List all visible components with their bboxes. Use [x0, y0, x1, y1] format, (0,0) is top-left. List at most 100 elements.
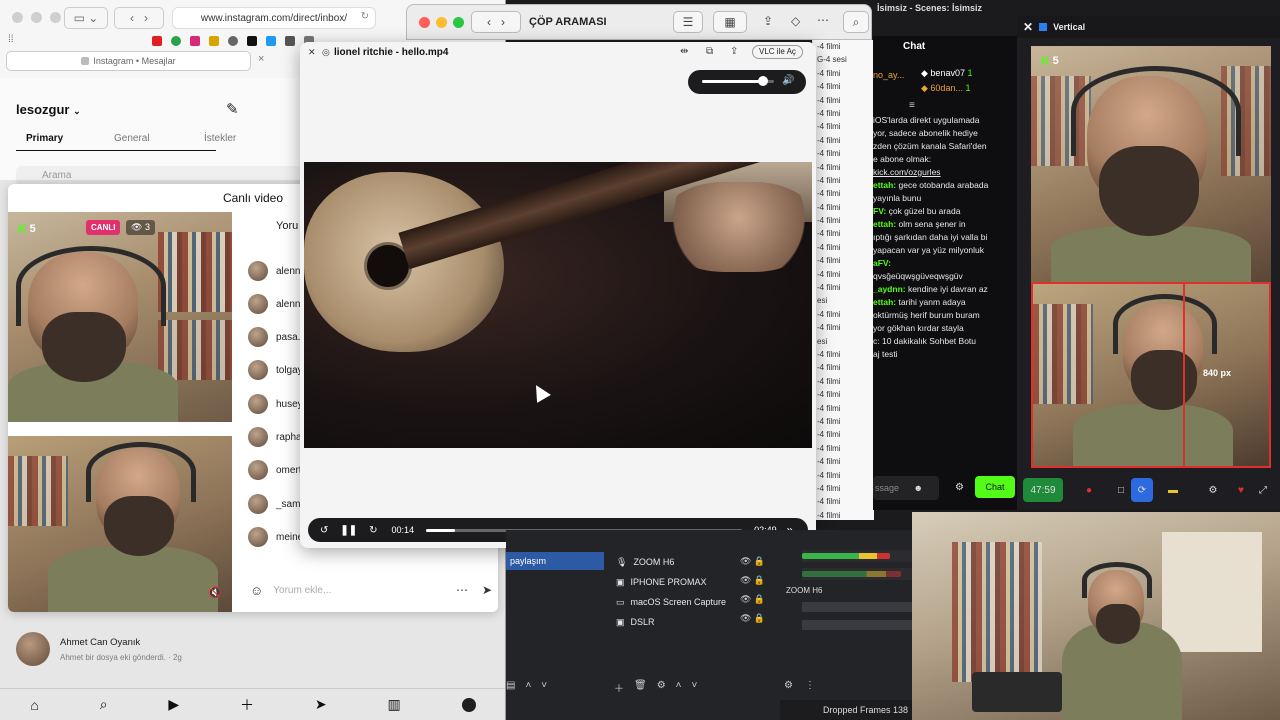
- minimize-dot[interactable]: [31, 12, 42, 23]
- playlist-item[interactable]: -4 filmi: [813, 430, 874, 443]
- safari-tab[interactable]: Instagram • Mesajlar: [6, 51, 251, 71]
- tag-icon[interactable]: ◇: [791, 14, 800, 28]
- playlist-item[interactable]: -4 filmi: [813, 149, 874, 162]
- close-dot[interactable]: [12, 12, 23, 23]
- globe2-fav-icon[interactable]: [285, 36, 295, 46]
- forward-icon[interactable]: ›: [144, 11, 148, 25]
- video-frame[interactable]: [304, 162, 812, 448]
- playlist-item[interactable]: -4 filmi: [813, 511, 874, 520]
- playlist-item[interactable]: esi: [813, 337, 874, 350]
- close-dot[interactable]: [419, 17, 430, 28]
- rewind-icon[interactable]: ↺: [320, 525, 328, 536]
- playlist-item[interactable]: -4 filmi: [813, 256, 874, 269]
- comment-row[interactable]: alenn: [248, 259, 300, 283]
- zoom-dot[interactable]: [453, 17, 464, 28]
- chat-send-button[interactable]: Chat: [975, 476, 1015, 498]
- url-bar[interactable]: www.instagram.com/direct/inbox/ ↻: [172, 7, 376, 29]
- volume-knob[interactable]: [758, 76, 769, 86]
- list-icon[interactable]: ☰: [673, 11, 703, 33]
- instagram-fav-icon[interactable]: [190, 36, 200, 46]
- chat-username[interactable]: _aydnn:: [873, 284, 906, 294]
- search-icon[interactable]: ⌕: [843, 11, 869, 33]
- share-icon[interactable]: ⇪: [763, 14, 773, 28]
- share-icon[interactable]: ⇪: [730, 46, 738, 57]
- playlist-item[interactable]: -4 filmi: [813, 404, 874, 417]
- leader-row[interactable]: ◆ benav07 1: [921, 68, 973, 79]
- vertical-camera-bottom[interactable]: 840 px: [1031, 282, 1271, 468]
- playlist-item[interactable]: -4 filmi: [813, 229, 874, 242]
- volume-control[interactable]: 🔊: [688, 70, 806, 94]
- playlist-item[interactable]: -4 filmi: [813, 323, 874, 336]
- app-fav-icon[interactable]: [209, 36, 219, 46]
- gear-icon[interactable]: ⚙: [657, 680, 666, 695]
- tab-requests[interactable]: İstekler: [204, 133, 236, 144]
- chat-top-user[interactable]: no_ay...: [873, 70, 904, 80]
- pip-icon[interactable]: ◎: [322, 47, 330, 58]
- playlist-item[interactable]: -4 filmi: [813, 270, 874, 283]
- playlist-item[interactable]: -4 filmi: [813, 136, 874, 149]
- pause-icon[interactable]: ❚❚: [340, 525, 357, 536]
- playlist-item[interactable]: esi: [813, 296, 874, 309]
- tab-primary[interactable]: Primary: [26, 133, 63, 144]
- playlist-item[interactable]: G-4 sesi: [813, 55, 874, 68]
- filter-icon[interactable]: ▤: [506, 680, 515, 691]
- chat-username[interactable]: aFV:: [873, 258, 891, 268]
- playlist-item[interactable]: -4 filmi: [813, 310, 874, 323]
- playlist-item[interactable]: -4 filmi: [813, 484, 874, 497]
- gear-icon[interactable]: ⚙: [1203, 478, 1223, 502]
- comment-row[interactable]: _sam: [248, 492, 300, 516]
- comment-row[interactable]: tolgay: [248, 358, 303, 382]
- reload-icon[interactable]: ↻: [361, 11, 369, 22]
- chat-username[interactable]: ettah:: [873, 180, 896, 190]
- emoji-icon[interactable]: ☺: [250, 583, 263, 598]
- open-in-vlc-button[interactable]: VLC ile Aç: [752, 45, 803, 59]
- zoom-dot[interactable]: [50, 12, 61, 23]
- playlist-item[interactable]: -4 filmi: [813, 69, 874, 82]
- eye-icon[interactable]: 👁 🔒: [740, 556, 765, 567]
- playlist-item[interactable]: -4 filmi: [813, 109, 874, 122]
- playlist-item[interactable]: -4 filmi: [813, 122, 874, 135]
- close-icon[interactable]: ✕: [1023, 20, 1033, 34]
- playlist-item[interactable]: -4 filmi: [813, 377, 874, 390]
- chat-username[interactable]: ettah:: [873, 219, 896, 229]
- youtube-fav-icon[interactable]: [152, 36, 162, 46]
- message-input[interactable]: ssage ☻: [873, 476, 939, 500]
- gear-icon[interactable]: ⚙: [955, 482, 964, 493]
- comment-row[interactable]: alenn: [248, 292, 300, 316]
- comment-input[interactable]: ☺ Yorum ekle... ⋯ ➤: [244, 576, 492, 604]
- mute-icon[interactable]: 🔇: [208, 586, 222, 599]
- more-icon[interactable]: ⋯: [456, 583, 468, 597]
- playlist-item[interactable]: -4 filmi: [813, 163, 874, 176]
- playlist-item[interactable]: -4 filmi: [813, 42, 874, 55]
- forward-15-icon[interactable]: ↻: [369, 525, 377, 536]
- scene-selected[interactable]: paylaşım: [506, 552, 604, 570]
- playlist-item[interactable]: -4 filmi: [813, 96, 874, 109]
- minimize-dot[interactable]: [436, 17, 447, 28]
- trash-icon[interactable]: 🗑: [634, 680, 647, 695]
- back-icon[interactable]: ‹: [130, 11, 134, 25]
- down-icon[interactable]: ˅: [692, 680, 698, 695]
- send-icon[interactable]: ➤: [482, 583, 492, 597]
- gear-icon[interactable]: ⚙: [784, 680, 793, 691]
- eye-icon[interactable]: 👁 🔒: [740, 613, 765, 624]
- comment-row[interactable]: husey: [248, 392, 303, 416]
- text-fav-icon[interactable]: [247, 36, 257, 46]
- eye-icon[interactable]: 👁 🔒: [740, 594, 765, 605]
- volume-icon[interactable]: 🔊: [782, 75, 794, 86]
- grid-view-icon[interactable]: ▦: [713, 11, 747, 33]
- comment-row[interactable]: pasa.: [248, 325, 300, 349]
- comment-row[interactable]: rapha: [248, 425, 302, 449]
- mixer-fader[interactable]: [802, 602, 912, 612]
- grid-icon[interactable]: ⁞⁞: [8, 34, 14, 45]
- chat-username[interactable]: ettah:: [873, 297, 896, 307]
- blue-fav-icon[interactable]: [266, 36, 276, 46]
- expand-icon[interactable]: ⤢: [1253, 478, 1273, 502]
- playlist-item[interactable]: -4 filmi: [813, 189, 874, 202]
- nav-buttons[interactable]: ‹ ›: [471, 11, 521, 33]
- filter-icon[interactable]: ≡: [909, 100, 915, 111]
- chat-username[interactable]: FV:: [873, 206, 886, 216]
- sync-icon[interactable]: ⟳: [1131, 478, 1153, 502]
- stop-icon[interactable]: □: [1111, 478, 1131, 502]
- playlist-item[interactable]: -4 filmi: [813, 176, 874, 189]
- playlist-item[interactable]: -4 filmi: [813, 350, 874, 363]
